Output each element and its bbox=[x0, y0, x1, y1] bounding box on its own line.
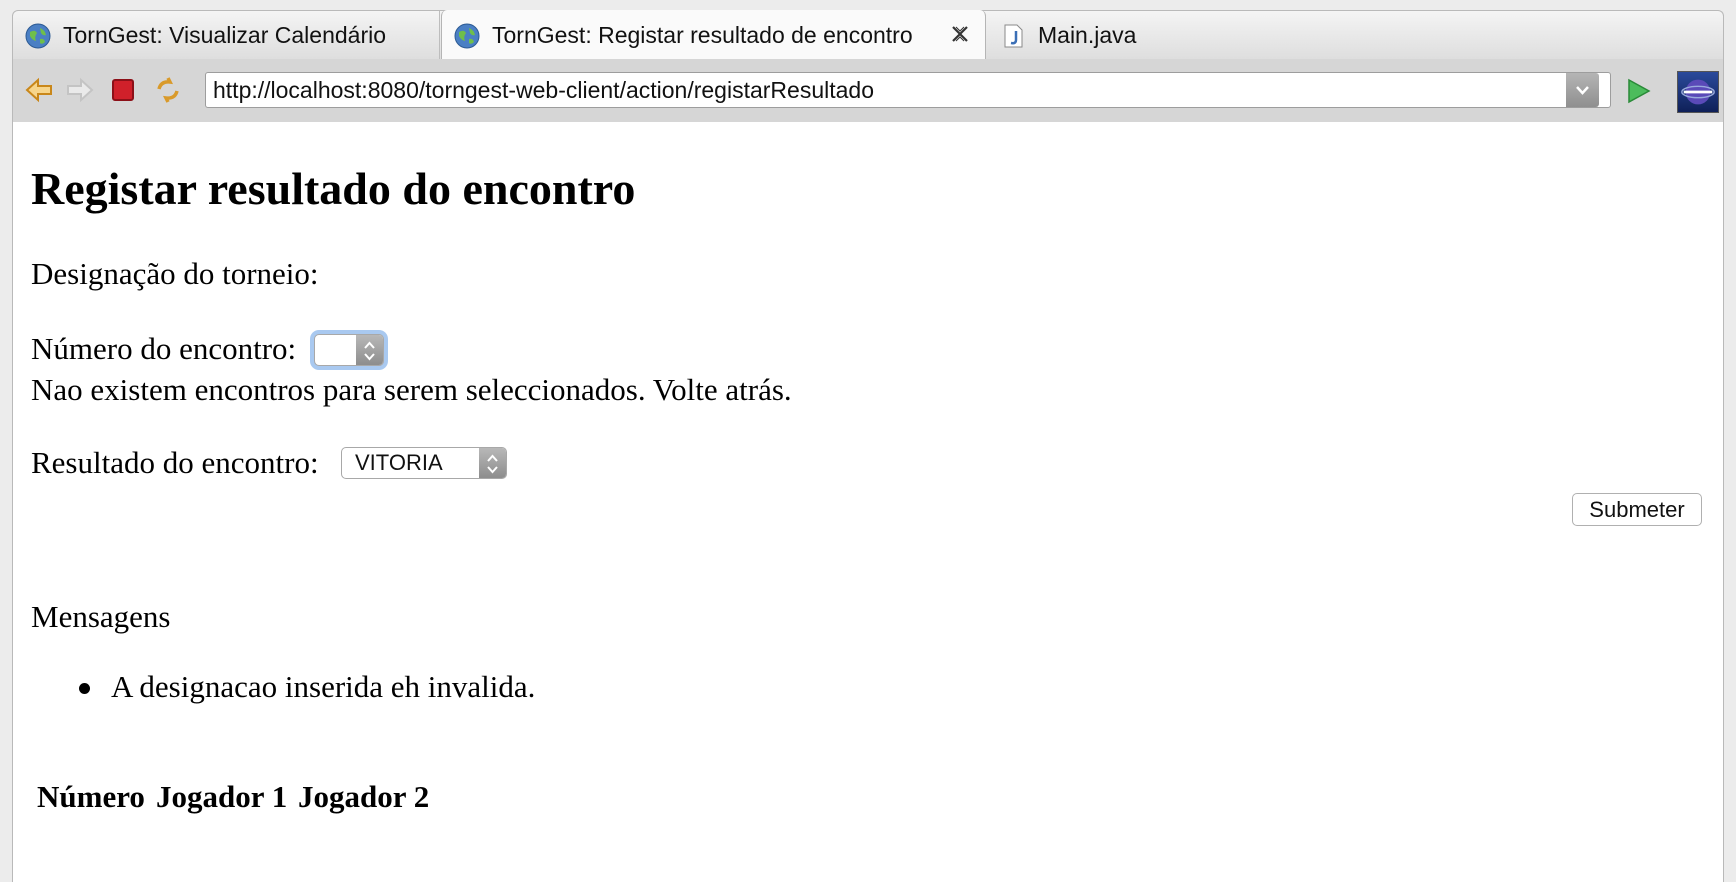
back-arrow-icon[interactable] bbox=[24, 75, 54, 105]
message-item: A designacao inserida eh invalida. bbox=[111, 669, 536, 704]
refresh-icon[interactable] bbox=[153, 75, 183, 105]
submit-button[interactable]: Submeter bbox=[1572, 493, 1702, 526]
url-input[interactable]: http://localhost:8080/torngest-web-clien… bbox=[205, 72, 1611, 108]
messages-heading: Mensagens bbox=[31, 599, 171, 634]
tab-visualizar-calendario[interactable]: TornGest: Visualizar Calendário bbox=[13, 11, 440, 60]
numero-select[interactable] bbox=[314, 334, 384, 366]
designacao-label: Designação do torneio: bbox=[31, 256, 319, 291]
go-icon[interactable] bbox=[1623, 77, 1653, 105]
list-bullet bbox=[79, 683, 90, 694]
tab-label: TornGest: Visualizar Calendário bbox=[63, 22, 387, 48]
tab-label: TornGest: Registar resultado de encontro bbox=[492, 22, 913, 48]
forward-arrow-icon[interactable] bbox=[65, 75, 95, 105]
tab-strip: TornGest: Visualizar Calendário TornGest… bbox=[12, 10, 1724, 61]
tab-main-java[interactable]: Main.java bbox=[988, 11, 1248, 60]
url-history-dropdown[interactable] bbox=[1566, 73, 1599, 107]
stop-icon[interactable] bbox=[108, 75, 138, 105]
page-content: Registar resultado do encontro Designaçã… bbox=[12, 122, 1724, 882]
eclipse-logo-icon[interactable] bbox=[1677, 71, 1719, 113]
resultado-select[interactable]: VITORIA bbox=[341, 447, 507, 479]
resultado-label: Resultado do encontro: bbox=[31, 445, 319, 480]
globe-icon bbox=[25, 23, 51, 48]
no-encounters-message: Nao existem encontros para serem selecci… bbox=[31, 372, 792, 407]
table-header-jogador-1: Jogador 1 bbox=[156, 779, 288, 814]
resultado-select-value: VITORIA bbox=[355, 450, 443, 475]
updown-arrows-icon bbox=[479, 448, 506, 478]
updown-arrows-icon bbox=[356, 335, 383, 365]
close-tab-icon[interactable] bbox=[949, 23, 971, 45]
table-header-numero: Número bbox=[37, 779, 145, 814]
page-title: Registar resultado do encontro bbox=[31, 163, 636, 214]
tab-label: Main.java bbox=[1038, 22, 1137, 48]
numero-label: Número do encontro: bbox=[31, 331, 297, 366]
chevron-down-icon bbox=[1576, 86, 1589, 95]
globe-icon bbox=[454, 23, 480, 48]
browser-toolbar: http://localhost:8080/torngest-web-clien… bbox=[12, 59, 1724, 122]
tab-registar-resultado[interactable]: TornGest: Registar resultado de encontro bbox=[441, 10, 986, 61]
table-header-jogador-2: Jogador 2 bbox=[298, 779, 430, 814]
java-file-icon bbox=[1004, 24, 1023, 47]
